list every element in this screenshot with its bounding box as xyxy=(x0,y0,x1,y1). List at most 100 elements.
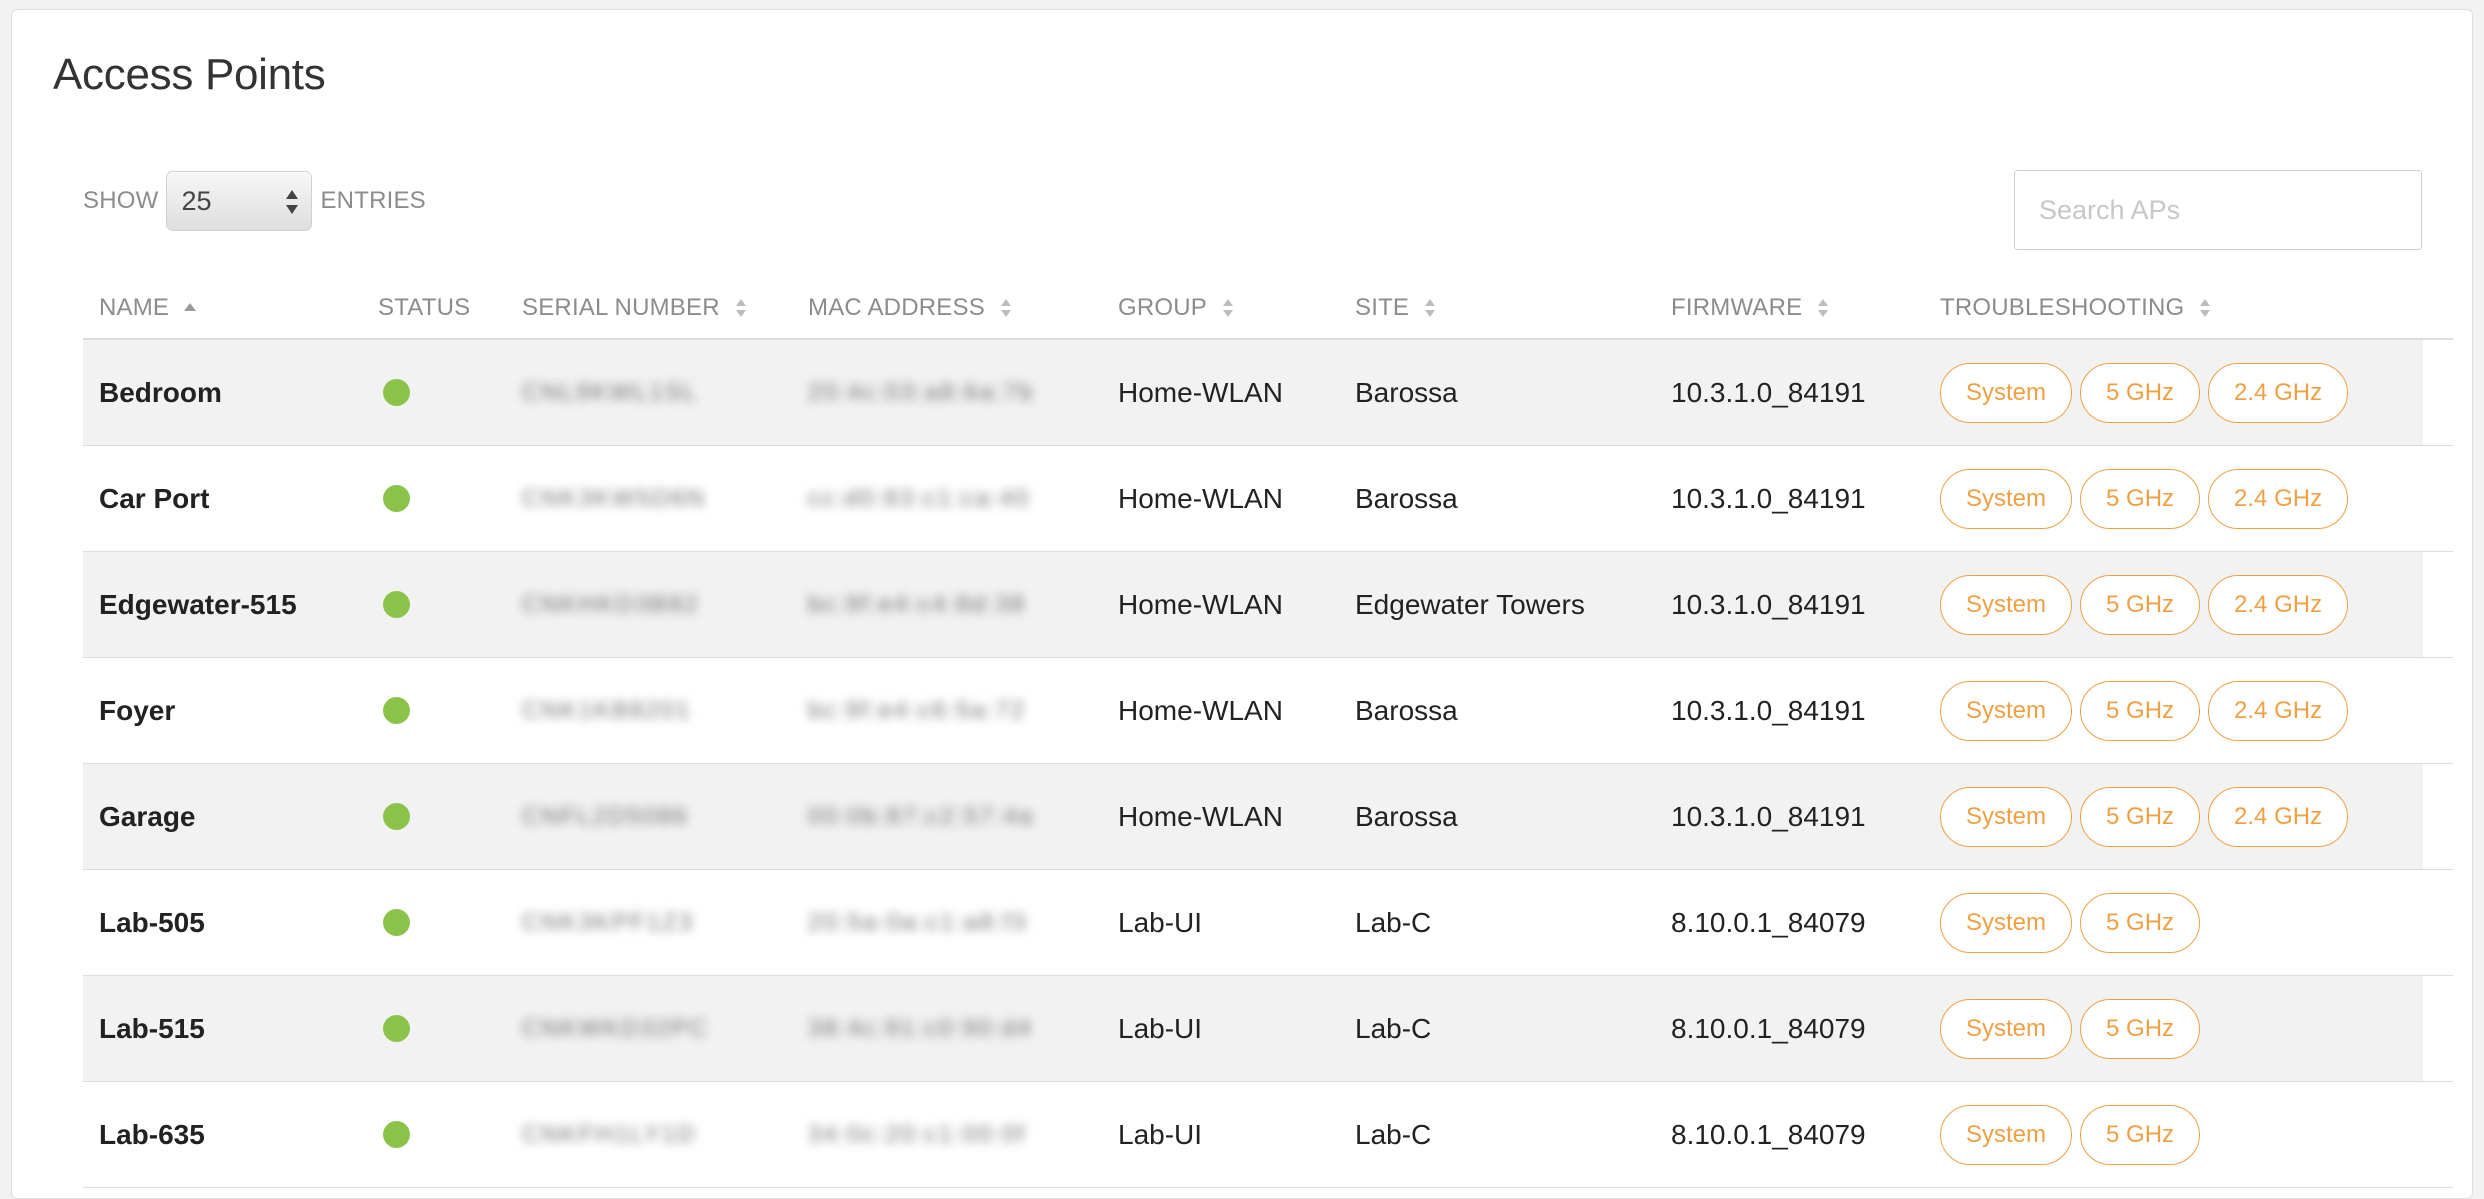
troubleshooting-buttons: System 5 GHz xyxy=(1940,1104,2208,1165)
firmware-cell: 8.10.0.1_84079 xyxy=(1671,1118,1866,1150)
group-cell: Lab-UI xyxy=(1118,906,1203,938)
column-header-troubleshooting[interactable]: TROUBLESHOOTING xyxy=(1940,276,2212,340)
troubleshoot-5-ghz-button[interactable]: 5 GHz xyxy=(2080,1104,2201,1165)
ap-name[interactable]: Edgewater-515 xyxy=(99,552,297,657)
mac-address-redacted: 20:5a:0a:c1:a8:f3 xyxy=(808,908,1028,936)
status-cell xyxy=(383,446,410,551)
mac-address-redacted: 20:4c:03:a8:6a:7b xyxy=(808,378,1035,406)
status-cell xyxy=(383,976,410,1081)
troubleshoot-5-ghz-button[interactable]: 5 GHz xyxy=(2080,892,2201,953)
column-header-serial[interactable]: SERIAL NUMBER xyxy=(522,276,748,340)
group-cell: Home-WLAN xyxy=(1118,800,1283,832)
mac-cell: 38:4c:91:c0:90:d4 xyxy=(808,976,1033,1081)
troubleshooting-buttons: System 5 GHz 2.4 GHz xyxy=(1940,468,2356,529)
firmware-cell: 10.3.1.0_84191 xyxy=(1671,588,1866,620)
mac-cell: 34:0c:20:c1:00:0f xyxy=(808,1082,1026,1187)
troubleshooting-cell: System 5 GHz 2.4 GHz xyxy=(1940,552,2356,657)
column-header-status: STATUS xyxy=(378,276,470,340)
column-header-firmware-label: FIRMWARE xyxy=(1671,294,1803,321)
column-header-group-label: GROUP xyxy=(1118,294,1208,321)
group-cell: Home-WLAN xyxy=(1118,482,1283,514)
troubleshoot-5-ghz-button[interactable]: 5 GHz xyxy=(2080,468,2201,529)
ap-name[interactable]: Bedroom xyxy=(99,340,222,445)
ap-name[interactable]: Lab-515 xyxy=(99,976,205,1081)
site-cell: Lab-C xyxy=(1355,906,1432,938)
firmware-cell: 10.3.1.0_84191 xyxy=(1671,482,1866,514)
troubleshoot-system-button[interactable]: System xyxy=(1940,998,2073,1059)
table-row[interactable]: Edgewater-515 Home-WLAN Edgewater Towers 10… xyxy=(83,552,2453,658)
status-dot-icon xyxy=(383,1015,410,1042)
site-cell: Barossa xyxy=(1355,800,1458,832)
table-row[interactable]: Garage Home-WLAN Barossa 10.3.1.0_84191 CNFL… xyxy=(83,764,2453,870)
firmware-cell: 10.3.1.0_84191 xyxy=(1671,376,1866,408)
troubleshoot-2-4-ghz-button[interactable]: 2.4 GHz xyxy=(2208,680,2349,741)
group-cell: Home-WLAN xyxy=(1118,376,1283,408)
table-row[interactable]: Foyer Home-WLAN Barossa 10.3.1.0_84191 CNK1K… xyxy=(83,658,2453,764)
serial-number-redacted: CNKHKD3B82 xyxy=(522,590,700,618)
table-header: NAME STATUS SERIAL NUMBER MAC ADDRESS GR… xyxy=(83,276,2453,340)
serial-cell: CNFL2D5086 xyxy=(522,764,689,869)
mac-address-redacted: cc:d0:83:c1:ca:40 xyxy=(808,484,1031,512)
serial-cell: CNL9KWL1SL xyxy=(522,340,698,445)
troubleshoot-system-button[interactable]: System xyxy=(1940,362,2073,423)
page-size-control: SHOW 25 ENTRIES xyxy=(83,170,426,232)
mac-cell: bc:9f:e4:c6:5a:72 xyxy=(808,658,1026,763)
troubleshoot-5-ghz-button[interactable]: 5 GHz xyxy=(2080,574,2201,635)
troubleshooting-cell: System 5 GHz 2.4 GHz xyxy=(1940,446,2356,551)
troubleshoot-system-button[interactable]: System xyxy=(1940,892,2073,953)
troubleshoot-5-ghz-button[interactable]: 5 GHz xyxy=(2080,998,2201,1059)
column-header-mac-label: MAC ADDRESS xyxy=(808,294,985,321)
troubleshoot-2-4-ghz-button[interactable]: 2.4 GHz xyxy=(2208,362,2349,423)
sort-both-icon xyxy=(1818,299,1829,317)
sort-both-icon xyxy=(1223,299,1234,317)
troubleshoot-2-4-ghz-button[interactable]: 2.4 GHz xyxy=(2208,786,2349,847)
troubleshoot-5-ghz-button[interactable]: 5 GHz xyxy=(2080,680,2201,741)
ap-name[interactable]: Foyer xyxy=(99,658,175,763)
status-cell xyxy=(383,764,410,869)
column-header-name[interactable]: NAME xyxy=(99,276,197,340)
status-dot-icon xyxy=(383,591,410,618)
group-cell: Home-WLAN xyxy=(1118,588,1283,620)
troubleshoot-2-4-ghz-button[interactable]: 2.4 GHz xyxy=(2208,574,2349,635)
table-row[interactable]: Car Port Home-WLAN Barossa 10.3.1.0_84191 CN… xyxy=(83,446,2453,552)
sort-asc-icon xyxy=(184,303,197,311)
troubleshoot-system-button[interactable]: System xyxy=(1940,680,2073,741)
column-header-site[interactable]: SITE xyxy=(1355,276,1437,340)
troubleshoot-system-button[interactable]: System xyxy=(1940,468,2073,529)
mac-address-redacted: 38:4c:91:c0:90:d4 xyxy=(808,1014,1033,1042)
troubleshoot-5-ghz-button[interactable]: 5 GHz xyxy=(2080,786,2201,847)
firmware-cell: 10.3.1.0_84191 xyxy=(1671,800,1866,832)
sort-both-icon xyxy=(735,299,746,317)
sort-both-icon xyxy=(1000,299,1011,317)
troubleshoot-2-4-ghz-button[interactable]: 2.4 GHz xyxy=(2208,468,2349,529)
status-cell xyxy=(383,870,410,975)
column-header-name-label: NAME xyxy=(99,294,170,321)
column-header-firmware[interactable]: FIRMWARE xyxy=(1671,276,1830,340)
troubleshoot-system-button[interactable]: System xyxy=(1940,1104,2073,1165)
sort-both-icon xyxy=(2200,299,2211,317)
ap-name[interactable]: Garage xyxy=(99,764,196,869)
serial-cell: CNK3KPF1Z3 xyxy=(522,870,694,975)
table-row[interactable]: Lab-635 Lab-UI Lab-C 8.10.0.1_84079 CNKFH1LY… xyxy=(83,1082,2453,1188)
column-header-mac[interactable]: MAC ADDRESS xyxy=(808,276,1013,340)
table-row[interactable]: Lab-505 Lab-UI Lab-C 8.10.0.1_84079 CNK3KPF1… xyxy=(83,870,2453,976)
status-dot-icon xyxy=(383,803,410,830)
troubleshoot-5-ghz-button[interactable]: 5 GHz xyxy=(2080,362,2201,423)
ap-name[interactable]: Lab-635 xyxy=(99,1082,205,1187)
serial-number-redacted: CNFL2D5086 xyxy=(522,802,689,830)
column-header-group[interactable]: GROUP xyxy=(1118,276,1235,340)
troubleshoot-system-button[interactable]: System xyxy=(1940,786,2073,847)
search-aps-input[interactable] xyxy=(2014,170,2422,250)
table-row[interactable]: Lab-515 Lab-UI Lab-C 8.10.0.1_84079 CNKWKD32… xyxy=(83,976,2453,1082)
table-row[interactable]: Bedroom Home-WLAN Barossa 10.3.1.0_84191 CNL… xyxy=(83,340,2453,446)
status-dot-icon xyxy=(383,1121,410,1148)
entries-select[interactable]: 25 xyxy=(166,171,313,231)
ap-name[interactable]: Lab-505 xyxy=(99,870,205,975)
troubleshoot-system-button[interactable]: System xyxy=(1940,574,2073,635)
serial-cell: CNKWKD32PC xyxy=(522,976,709,1081)
ap-name[interactable]: Car Port xyxy=(99,446,209,551)
serial-cell: CNKHKD3B82 xyxy=(522,552,699,657)
entries-label: ENTRIES xyxy=(320,187,426,214)
status-cell xyxy=(383,340,410,445)
troubleshooting-buttons: System 5 GHz 2.4 GHz xyxy=(1940,786,2356,847)
